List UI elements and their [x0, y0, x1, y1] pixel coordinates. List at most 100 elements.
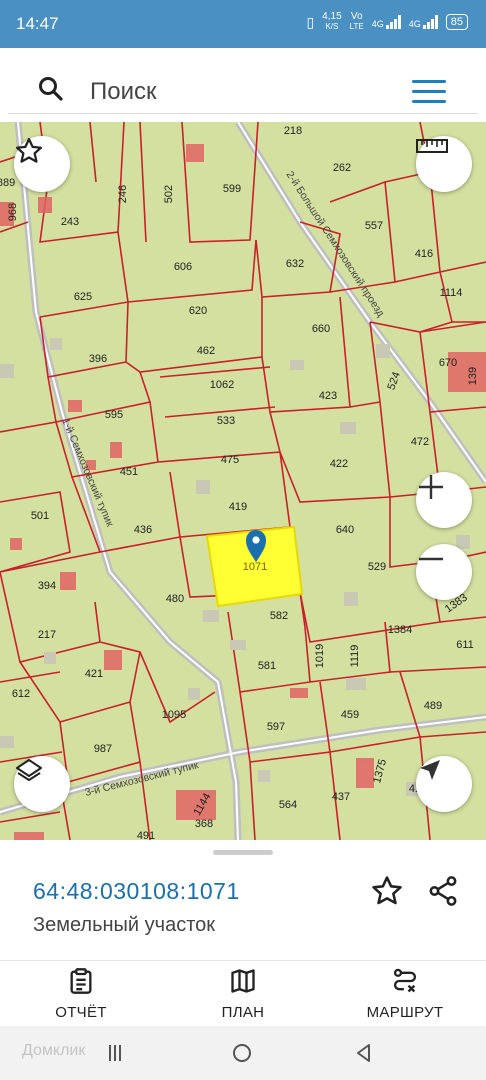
- plot-number: 968: [7, 203, 19, 221]
- cadastral-map[interactable]: 1071 2-й Большой Семхозовский проезд 1-й…: [0, 122, 486, 840]
- plot-number: 595: [105, 409, 123, 421]
- share-icon[interactable]: [426, 874, 460, 908]
- plot-number: 139: [467, 367, 479, 385]
- battery-indicator: 85: [445, 14, 468, 30]
- plot-number: 640: [336, 524, 354, 536]
- nav-plan[interactable]: ПЛАН: [183, 967, 303, 1021]
- plot-number: 475: [221, 454, 239, 466]
- route-icon: [393, 968, 417, 993]
- search-icon[interactable]: [38, 76, 64, 102]
- street-label: 1-й Семхозовский тупик: [59, 416, 116, 528]
- menu-icon[interactable]: [412, 80, 446, 104]
- plot-number: 462: [197, 345, 215, 357]
- plot-number: 1119: [349, 645, 361, 668]
- plot-number: 368: [195, 818, 213, 830]
- network-speed: 4,15 K/S: [322, 11, 342, 32]
- plot-number-labels: 218 262 889 968 243 246 502 599 557 416 …: [0, 125, 479, 840]
- nav-plan-label: ПЛАН: [221, 1004, 265, 1021]
- parcel-type: Земельный участок: [33, 914, 216, 936]
- plot-number: 1019: [314, 644, 326, 668]
- status-icons: ▯ 4,15 K/S Vo LTE 4G 4G 85: [306, 12, 468, 32]
- parcel-info-sheet[interactable]: 64:48:030108:1071 Земельный участок: [0, 840, 486, 960]
- back-icon[interactable]: [353, 1042, 375, 1064]
- plot-number: 451: [120, 466, 138, 478]
- nav-route[interactable]: МАРШРУТ: [345, 967, 465, 1021]
- zoom-out-button[interactable]: [416, 544, 472, 600]
- clipboard-icon: [70, 968, 92, 994]
- nav-report[interactable]: ОТЧЁТ: [21, 967, 141, 1021]
- plot-number: 217: [38, 629, 56, 641]
- buildings: [0, 144, 486, 840]
- status-bar: 14:47 ▯ 4,15 K/S Vo LTE 4G 4G 85: [0, 0, 486, 48]
- plot-number: 218: [284, 125, 302, 137]
- zoom-in-button[interactable]: [416, 472, 472, 528]
- plot-number: 1062: [210, 379, 234, 391]
- plot-number: 472: [411, 436, 429, 448]
- plot-number: 422: [330, 458, 348, 470]
- plot-number: 262: [333, 162, 351, 174]
- favorite-star-icon[interactable]: [370, 874, 404, 908]
- map-canvas[interactable]: 1071 2-й Большой Семхозовский проезд 1-й…: [0, 122, 486, 840]
- bottom-navigation: ОТЧЁТ ПЛАН МАРШРУТ: [0, 960, 486, 1026]
- ruler-button[interactable]: [416, 136, 472, 192]
- search-input[interactable]: [90, 78, 390, 106]
- plot-number: 987: [94, 743, 112, 755]
- plot-number: 632: [286, 258, 304, 270]
- plot-number: 1384: [388, 624, 412, 636]
- plot-number: 502: [163, 185, 175, 203]
- plot-number: 459: [341, 709, 359, 721]
- plot-number: 564: [279, 799, 297, 811]
- plot-number: 611: [456, 639, 474, 651]
- plot-number: 625: [74, 291, 92, 303]
- plot-number: 889: [0, 177, 15, 189]
- plot-number: 436: [134, 524, 152, 536]
- volte-indicator: Vo LTE: [349, 11, 364, 32]
- vibrate-icon: ▯: [306, 13, 315, 30]
- plot-number: 419: [229, 501, 247, 513]
- layers-button[interactable]: [14, 756, 70, 812]
- parcel-boundaries: [0, 122, 486, 840]
- plus-icon: [419, 475, 443, 499]
- signal-2: 4G: [409, 15, 438, 29]
- plot-number: 491: [137, 830, 155, 840]
- plot-number: 660: [312, 323, 330, 335]
- signal-bars-icon: [422, 15, 438, 29]
- layers-icon: [16, 759, 42, 781]
- plot-number: 599: [223, 183, 241, 195]
- plot-number: 597: [267, 721, 285, 733]
- plot-number: 612: [12, 688, 30, 700]
- plot-number: 423: [319, 390, 337, 402]
- home-icon[interactable]: [231, 1042, 253, 1064]
- cadastral-number: 64:48:030108:1071: [33, 878, 240, 904]
- plot-number: 529: [368, 561, 386, 573]
- selected-parcel-label: 1071: [243, 561, 267, 573]
- plot-number: 243: [61, 216, 79, 228]
- sheet-drag-handle[interactable]: [213, 850, 273, 855]
- plot-number: 489: [424, 700, 442, 712]
- plot-number: 394: [38, 580, 56, 592]
- plot-number: 620: [189, 305, 207, 317]
- plot-number: 396: [89, 353, 107, 365]
- plot-number: 246: [117, 185, 129, 203]
- search-box[interactable]: [8, 56, 478, 114]
- recent-apps-icon[interactable]: [106, 1042, 128, 1064]
- plot-number: 480: [166, 593, 184, 605]
- plot-number: 501: [31, 510, 49, 522]
- plot-number: 557: [365, 220, 383, 232]
- plot-number: 606: [174, 261, 192, 273]
- navigation-arrow-icon: [420, 760, 440, 780]
- watermark: Домклик: [22, 1042, 86, 1059]
- nav-route-label: МАРШРУТ: [366, 1004, 444, 1021]
- minus-icon: [419, 557, 443, 561]
- my-location-button[interactable]: [416, 756, 472, 812]
- status-time: 14:47: [16, 14, 59, 33]
- signal-1: 4G: [372, 15, 401, 29]
- signal-bars-icon: [385, 15, 401, 29]
- street-label: 2-й Большой Семхозовский проезд: [283, 169, 386, 319]
- nav-report-label: ОТЧЁТ: [55, 1004, 107, 1021]
- plot-number: 670: [439, 357, 457, 369]
- plot-number: 1095: [162, 709, 186, 721]
- plot-number: 421: [85, 668, 103, 680]
- favorites-button[interactable]: [14, 136, 70, 192]
- plot-number: 581: [258, 660, 276, 672]
